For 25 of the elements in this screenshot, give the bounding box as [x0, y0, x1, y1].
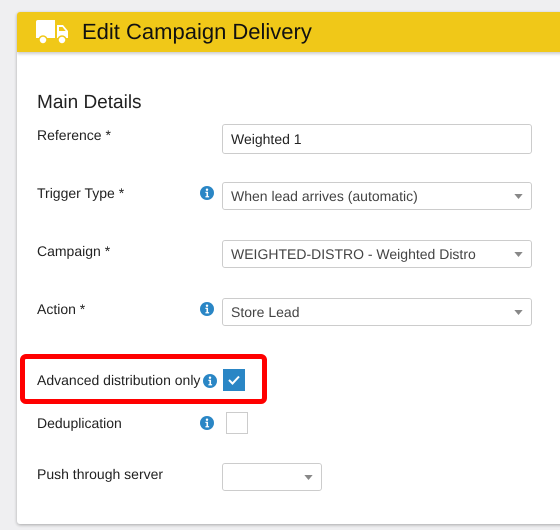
field-label: Advanced distribution only — [37, 372, 200, 388]
dropdown[interactable]: When lead arrives (automatic) — [222, 182, 532, 210]
field-label: Push through server — [37, 466, 164, 482]
info-icon[interactable] — [200, 416, 214, 430]
info-icon[interactable] — [203, 374, 218, 388]
caret-icon — [514, 310, 523, 314]
field-label: Campaign * — [37, 243, 110, 259]
truck-icon — [36, 20, 68, 44]
field-label: Action * — [37, 301, 86, 317]
dropdown[interactable]: Store Lead — [222, 298, 532, 326]
dropdown[interactable]: WEIGHTED-DISTRO - Weighted Distro — [222, 240, 532, 268]
field-label: Reference * — [37, 127, 111, 143]
caret-icon — [514, 194, 523, 198]
checkmark-icon — [228, 375, 240, 385]
caret-icon — [304, 474, 313, 480]
field-label: Trigger Type * — [37, 185, 124, 201]
field-label: Deduplication — [37, 415, 122, 431]
info-icon[interactable] — [200, 302, 214, 316]
reference-field[interactable]: Weighted 1 — [222, 124, 532, 154]
checkbox[interactable] — [223, 369, 246, 391]
page-title: Edit Campaign Delivery — [82, 19, 312, 45]
caret-icon — [514, 252, 523, 256]
checkbox[interactable] — [226, 412, 248, 434]
section-title: Main Details — [37, 92, 143, 114]
info-icon[interactable] — [200, 186, 214, 200]
